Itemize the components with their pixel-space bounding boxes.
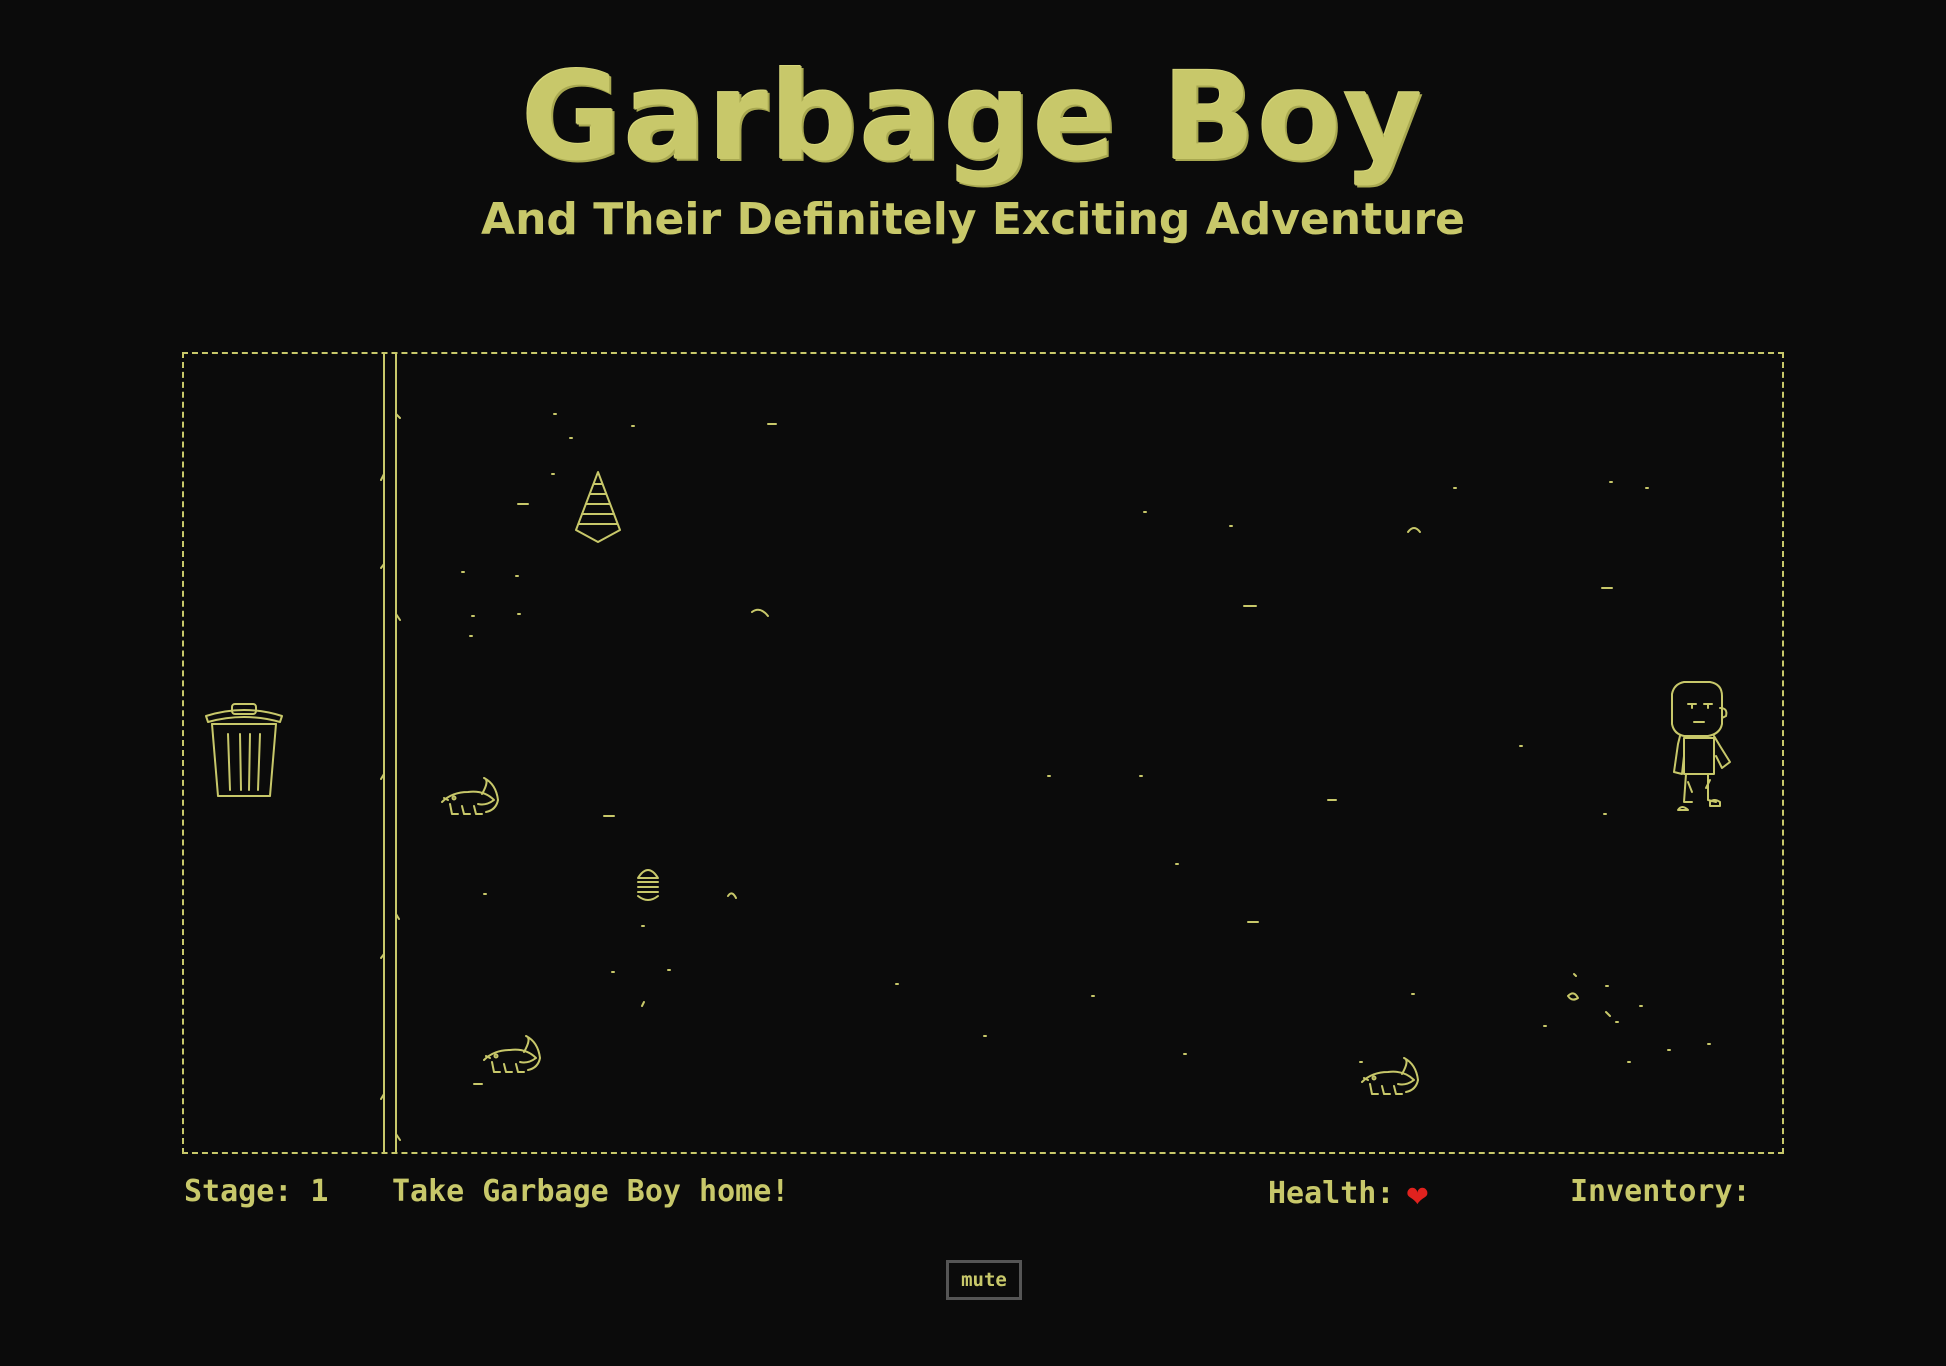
burger-icon[interactable]: [637, 869, 659, 901]
heart-icon: ❤: [1406, 1173, 1429, 1215]
debris-specks: [461, 413, 1711, 1085]
game-title: Garbage Boy: [521, 46, 1425, 188]
rat-icon[interactable]: [441, 777, 499, 815]
trash-can-icon[interactable]: [205, 703, 283, 797]
health-label: Health:: [1268, 1176, 1395, 1211]
health-display: Health: ❤: [1268, 1170, 1428, 1218]
rat-icon[interactable]: [1361, 1057, 1419, 1095]
inventory-label: Inventory:: [1570, 1174, 1751, 1209]
game-subtitle: And Their Definitely Exciting Adventure: [481, 194, 1465, 245]
wall: [380, 354, 401, 1152]
traffic-cone-icon[interactable]: [575, 471, 621, 543]
game-canvas[interactable]: [182, 352, 1784, 1154]
mute-button[interactable]: mute: [946, 1260, 1022, 1300]
stage-indicator: Stage: 1: [184, 1174, 329, 1209]
objective-message: Take Garbage Boy home!: [392, 1174, 790, 1209]
rat-icon[interactable]: [483, 1035, 541, 1073]
garbage-boy-icon[interactable]: [1671, 681, 1731, 811]
